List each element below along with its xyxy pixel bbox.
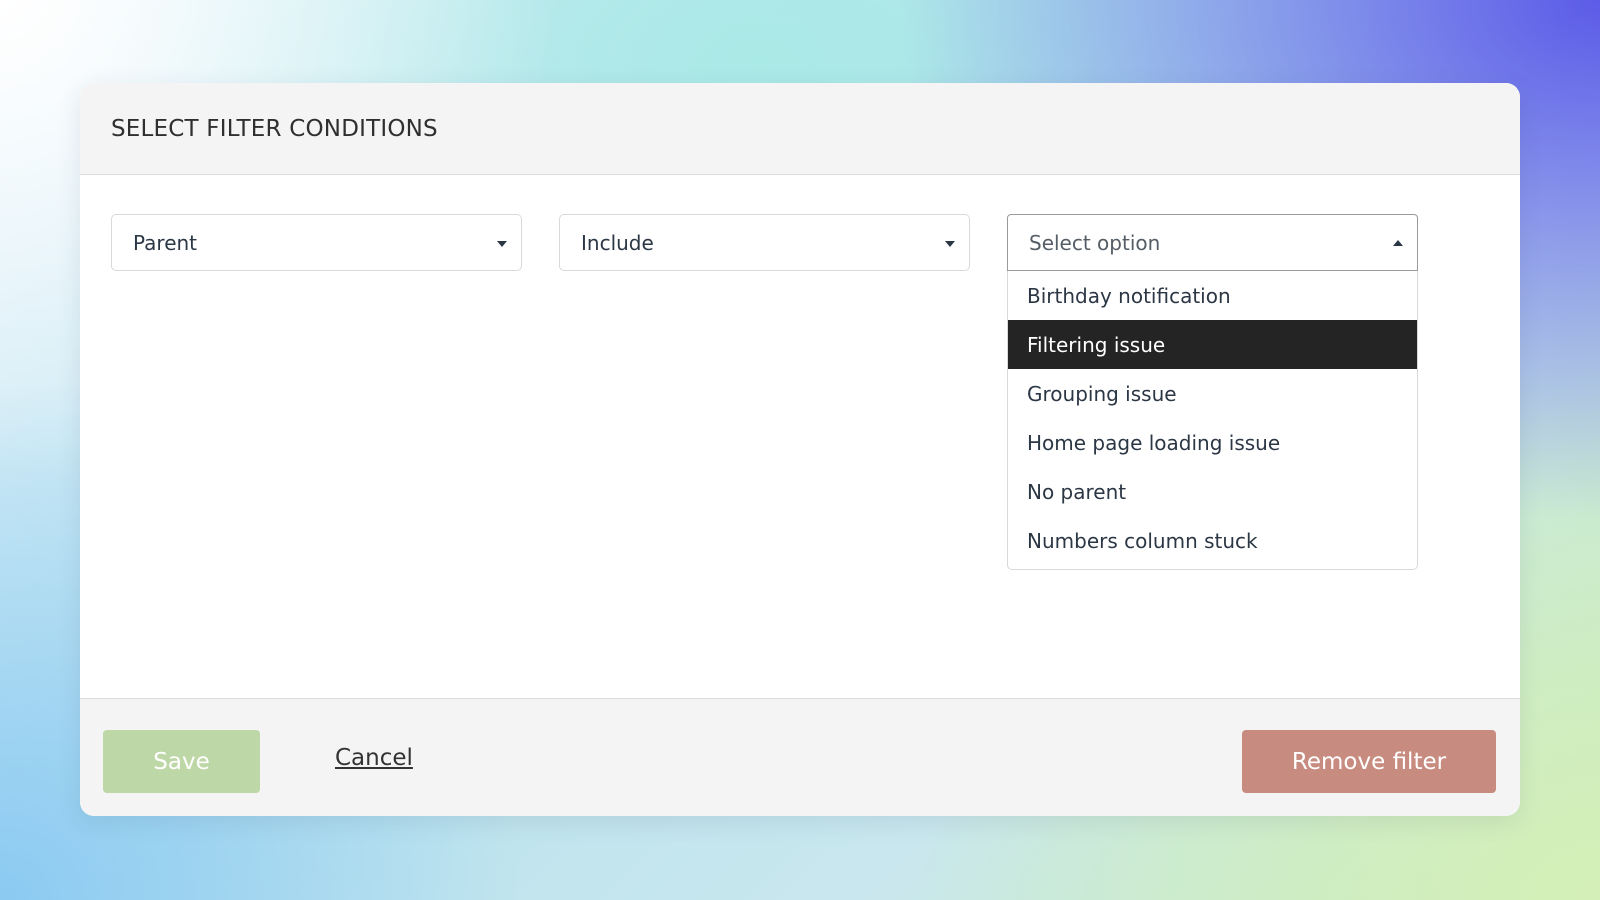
field-select[interactable]: Parent (111, 214, 522, 271)
dialog-body: Parent Include Select option Birthday no… (80, 175, 1520, 697)
operator-select-value: Include (581, 230, 654, 255)
caret-down-icon (945, 241, 955, 247)
operator-select[interactable]: Include (559, 214, 970, 271)
field-select-value: Parent (133, 230, 198, 255)
dropdown-item[interactable]: Home page loading issue (1008, 418, 1417, 467)
dropdown-item[interactable]: Birthday notification (1008, 271, 1417, 320)
save-button[interactable]: Save (103, 730, 260, 793)
option-select[interactable]: Select option (1007, 214, 1418, 271)
dropdown-item[interactable]: Grouping issue (1008, 369, 1417, 418)
dialog-footer: Save Cancel Remove filter (80, 698, 1520, 816)
caret-up-icon (1393, 240, 1403, 246)
dropdown-item-highlighted[interactable]: Filtering issue (1008, 320, 1417, 369)
dialog-title: SELECT FILTER CONDITIONS (111, 115, 438, 142)
option-select-placeholder: Select option (1029, 230, 1161, 255)
filter-dialog: SELECT FILTER CONDITIONS Parent Include … (80, 83, 1520, 816)
background: SELECT FILTER CONDITIONS Parent Include … (0, 0, 1600, 900)
dialog-header: SELECT FILTER CONDITIONS (80, 83, 1520, 175)
dropdown-item[interactable]: Numbers column stuck (1008, 516, 1417, 565)
option-dropdown-list: Birthday notification Filtering issue Gr… (1007, 271, 1418, 570)
cancel-button[interactable]: Cancel (335, 745, 413, 771)
caret-down-icon (497, 241, 507, 247)
dropdown-item[interactable]: No parent (1008, 467, 1417, 516)
remove-filter-button[interactable]: Remove filter (1242, 730, 1496, 793)
